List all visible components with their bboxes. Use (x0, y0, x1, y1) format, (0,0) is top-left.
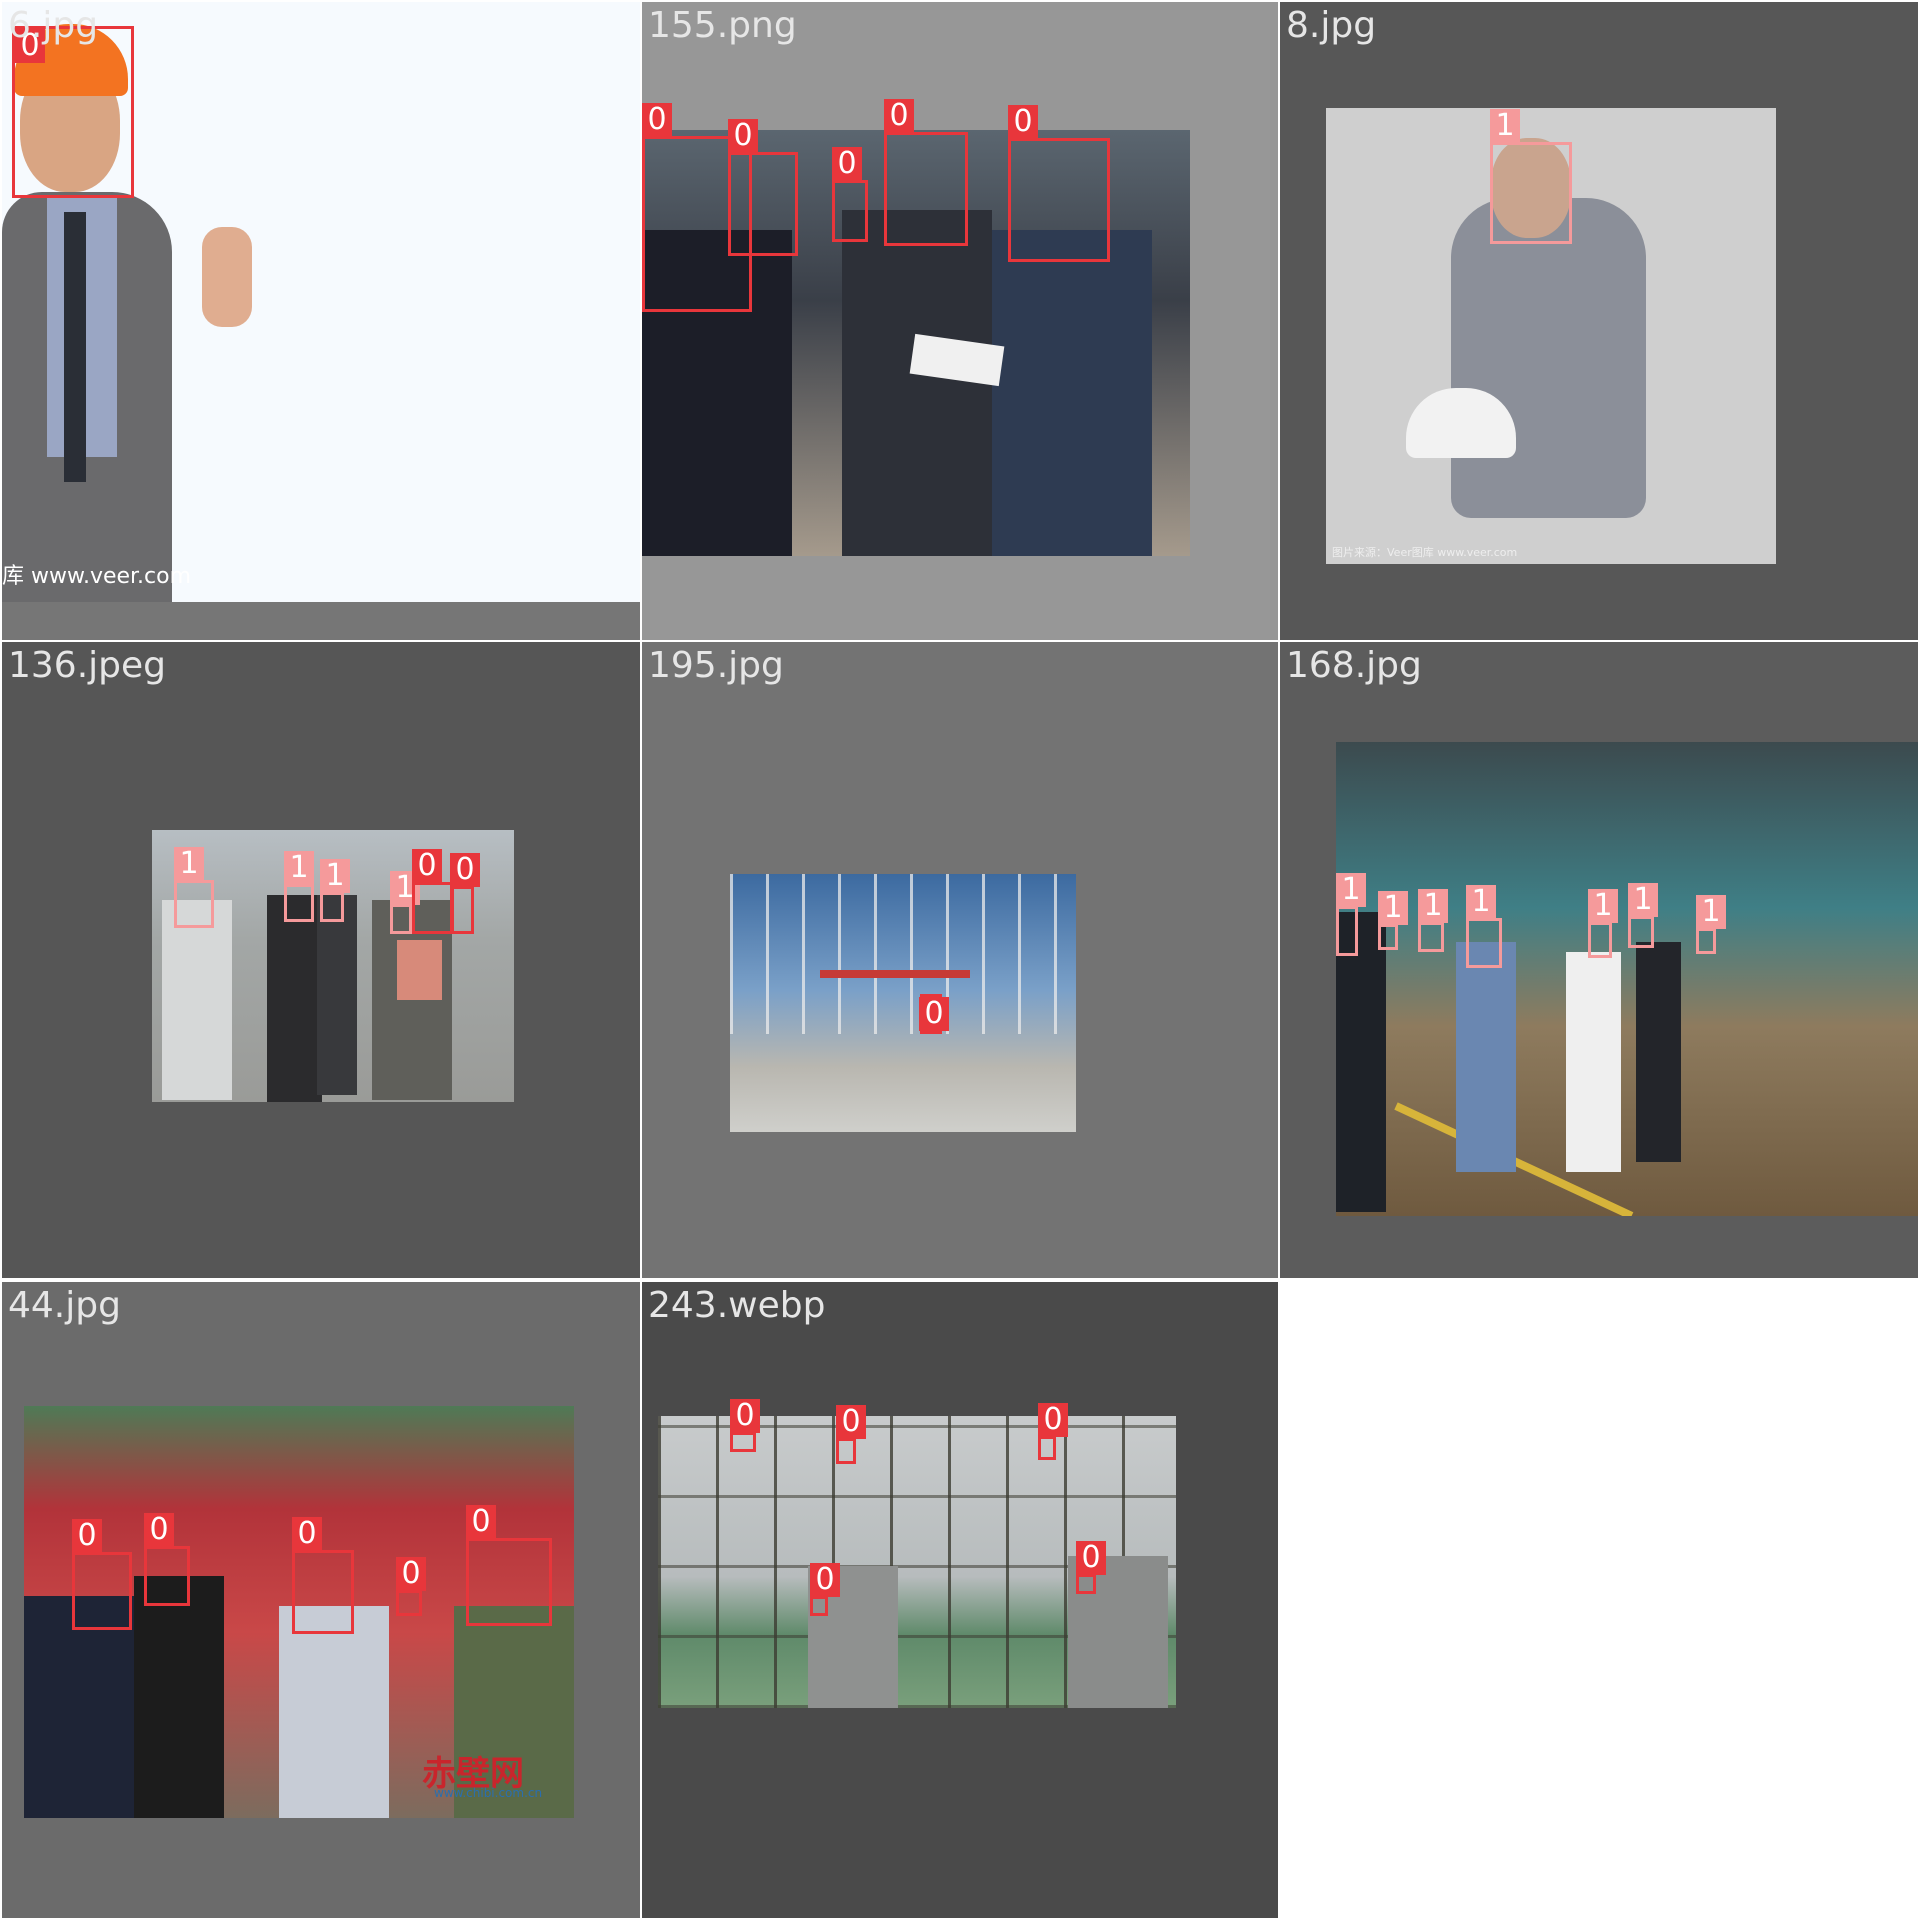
person-figure (992, 230, 1152, 556)
detection-box: 1 (320, 859, 350, 922)
class-label: 0 (450, 853, 480, 887)
detection-box: 0 (884, 99, 968, 246)
detection-box: 0 (1008, 105, 1110, 262)
mosaic-tile-155png: 155.png 0 0 0 0 0 (642, 2, 1278, 640)
class-label: 1 (174, 847, 204, 881)
detection-box: 1 (1696, 895, 1726, 954)
person-figure (1456, 942, 1516, 1172)
mosaic-tile-6jpg: 库 www.veer.com 6.jpg 0 (2, 2, 640, 640)
mosaic-tile-8jpg: 图片来源：Veer图库 www.veer.com 8.jpg 1 (1280, 2, 1918, 640)
class-label: 0 (292, 1517, 322, 1551)
mosaic-tile-44jpg: 赤壁网 www.chibi.com.cn 44.jpg 0 0 0 0 0 (2, 1282, 640, 1918)
detection-box: 1 (284, 851, 314, 922)
class-label: 0 (884, 99, 914, 133)
class-label: 1 (1696, 895, 1726, 929)
class-label: 1 (1336, 873, 1366, 907)
class-label: 0 (466, 1505, 496, 1539)
class-label: 0 (396, 1557, 426, 1591)
detection-box: 1 (1628, 883, 1658, 948)
detection-box: 0 (836, 1405, 866, 1464)
watermark: 图片来源：Veer图库 www.veer.com (1332, 546, 1518, 559)
class-label: 1 (1490, 109, 1520, 143)
safety-vest (397, 940, 442, 1000)
class-label: 1 (1588, 889, 1618, 923)
tile-title: 195.jpg (648, 645, 784, 686)
class-label: 0 (730, 1399, 760, 1433)
tile-title: 155.png (648, 5, 797, 46)
detection-box: 1 (174, 847, 214, 928)
class-label: 0 (1008, 105, 1038, 139)
class-label: 1 (320, 859, 350, 893)
detection-box: 1 (1490, 109, 1572, 244)
detection-box: 0 (728, 119, 798, 256)
person-figure (1336, 912, 1386, 1212)
class-label: 0 (144, 1513, 174, 1547)
tile-title: 6.jpg (8, 5, 99, 46)
person-hand (202, 227, 252, 327)
class-label: 1 (284, 851, 314, 885)
class-label: 0 (1038, 1403, 1068, 1437)
detection-box: 0 (12, 26, 134, 198)
class-label: 1 (1378, 891, 1408, 925)
watermark: 库 www.veer.com (2, 564, 192, 589)
detection-box: 0 (466, 1505, 552, 1626)
watermark-url: www.chibi.com.cn (434, 1786, 543, 1800)
person-figure (842, 210, 992, 556)
detection-box: 1 (1418, 889, 1448, 952)
detection-box: 1 (1378, 891, 1408, 950)
person-figure (1636, 942, 1681, 1162)
detection-box: 0 (450, 853, 480, 934)
detection-box: 1 (1588, 889, 1618, 958)
class-label: 0 (728, 119, 758, 153)
person-figure (134, 1576, 224, 1818)
class-label: 0 (832, 147, 862, 181)
empty-grid-cell (1280, 1282, 1918, 1918)
person-figure (279, 1606, 389, 1818)
mosaic-tile-136jpeg: 136.jpeg 1 1 1 1 0 0 (2, 642, 640, 1278)
steel-frame (730, 874, 1076, 1034)
detection-box: 0 (292, 1517, 354, 1634)
mosaic-tile-168jpg: 168.jpg 1 1 1 1 1 1 1 (1280, 642, 1918, 1278)
detection-box: 1 (1466, 885, 1502, 968)
class-label: 0 (810, 1563, 840, 1597)
detection-box: 1 (390, 871, 420, 934)
class-label: 0 (1076, 1541, 1106, 1575)
tile-title: 8.jpg (1286, 5, 1377, 46)
detection-box: 0 (1076, 1541, 1106, 1594)
person-tie (64, 212, 86, 482)
tile-title: 136.jpeg (8, 645, 167, 686)
class-label: 0 (919, 997, 949, 1031)
mosaic-tile-243webp: 243.webp 0 0 0 0 0 (642, 1282, 1278, 1918)
tile-image (1336, 742, 1918, 1216)
detection-box: 1 (1336, 873, 1366, 956)
person-figure (1566, 952, 1621, 1172)
class-label: 0 (412, 849, 442, 883)
class-label: 1 (1418, 889, 1448, 923)
detection-box: 0 (730, 1399, 760, 1452)
detection-box: 0 (72, 1519, 132, 1630)
person-figure (267, 895, 322, 1102)
detection-box: 0 (396, 1557, 426, 1616)
person-figure (1451, 198, 1646, 518)
class-label: 1 (1628, 883, 1658, 917)
detection-box: 0 (144, 1513, 190, 1606)
tile-title: 44.jpg (8, 1285, 121, 1326)
detection-box: 0 (919, 994, 949, 1034)
detection-box: 0 (832, 147, 868, 242)
detection-box: 0 (412, 849, 454, 934)
class-label: 0 (836, 1405, 866, 1439)
mosaic-tile-195jpg: 195.jpg 0 (642, 642, 1278, 1278)
tile-image (730, 874, 1076, 1132)
detection-box: 0 (810, 1563, 840, 1616)
person-figure (317, 895, 357, 1095)
tile-title: 168.jpg (1286, 645, 1422, 686)
class-label: 0 (642, 103, 672, 137)
detection-box: 0 (1038, 1403, 1068, 1460)
class-label: 0 (72, 1519, 102, 1553)
tile-title: 243.webp (648, 1285, 826, 1326)
class-label: 1 (1466, 885, 1496, 919)
red-banner (820, 970, 970, 978)
person-figure (162, 900, 232, 1100)
